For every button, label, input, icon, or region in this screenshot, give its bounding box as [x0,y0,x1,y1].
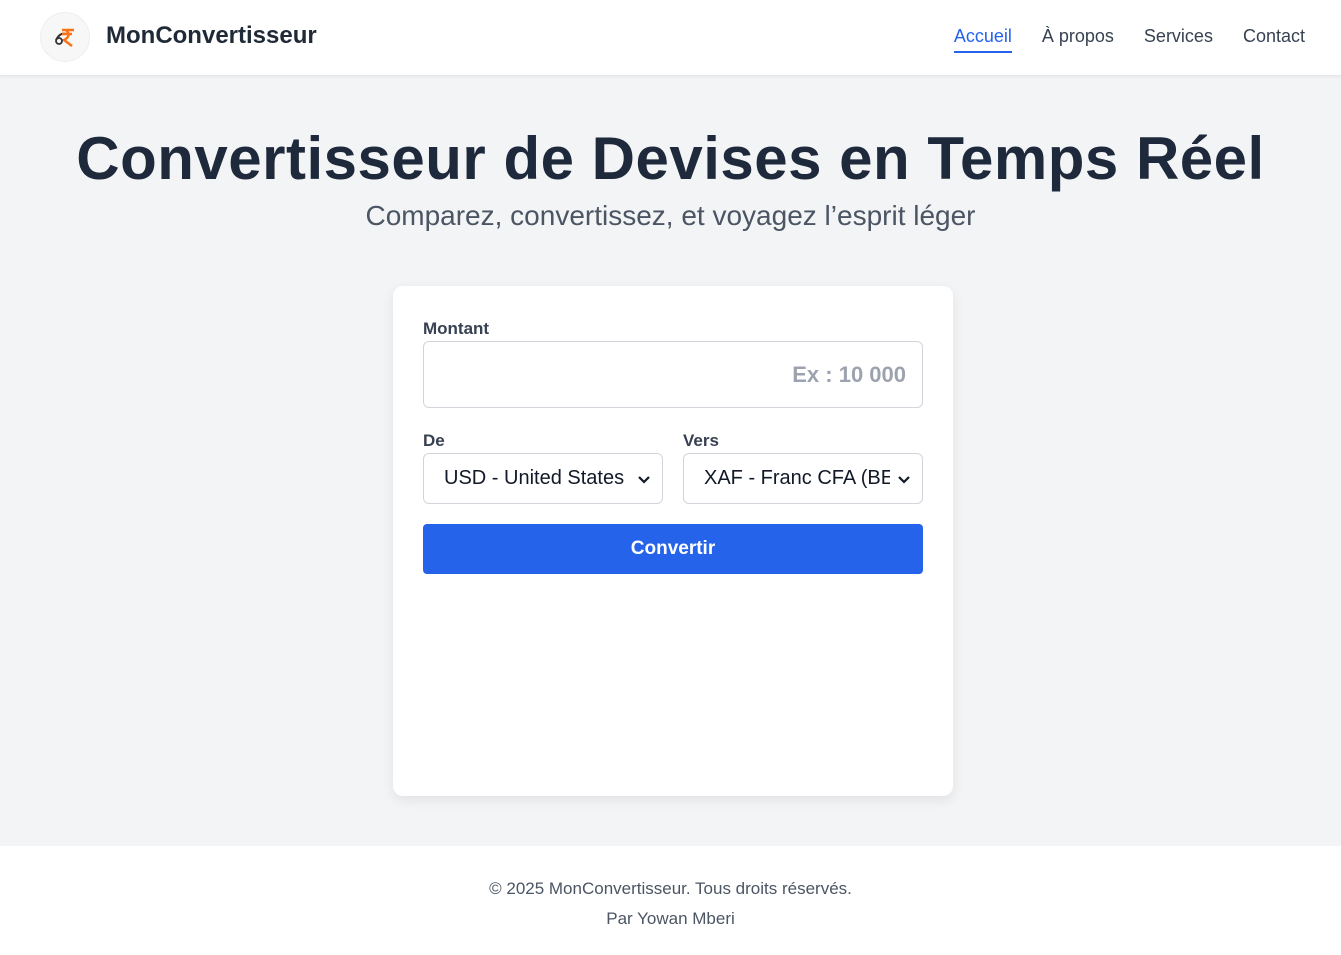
nav-link-accueil[interactable]: Accueil [953,26,1012,53]
from-currency-select[interactable]: USD - United States Dollar [423,453,663,504]
nav-link-services[interactable]: Services [1144,26,1213,53]
page-subtitle: Comparez, convertissez, et voyagez l’esp… [365,200,976,231]
brand-name[interactable]: MonConvertisseur [106,22,317,50]
nav-link-contact[interactable]: Contact [1243,26,1305,53]
to-currency-label: Vers [683,431,719,450]
logo-icon[interactable] [40,12,90,62]
footer-copyright: © 2025 MonConvertisseur. Tous droits rés… [489,879,852,898]
chevron-down-icon [638,476,650,484]
site-header: MonConvertisseur Accueil À propos Servic… [0,0,1341,76]
convert-button[interactable]: Convertir [423,524,923,574]
amount-label: Montant [423,319,490,338]
converter-card: Montant De USD - United States Dollar Ve… [393,286,953,796]
from-currency-value: USD - United States Dollar [444,467,630,489]
nav-link-a-propos[interactable]: À propos [1042,26,1114,53]
page-title: Convertisseur de Devises en Temps Réel [76,125,1265,192]
chevron-down-icon [898,476,910,484]
to-currency-value: XAF - Franc CFA (BEAC) [704,467,890,489]
site-footer: © 2025 MonConvertisseur. Tous droits rés… [0,846,1341,955]
from-currency-label: De [423,431,445,450]
footer-author: Par Yowan Mberi [606,909,735,928]
amount-input[interactable] [423,341,923,408]
main-nav: Accueil À propos Services Contact [953,26,1305,53]
to-currency-select[interactable]: XAF - Franc CFA (BEAC) [683,453,923,504]
